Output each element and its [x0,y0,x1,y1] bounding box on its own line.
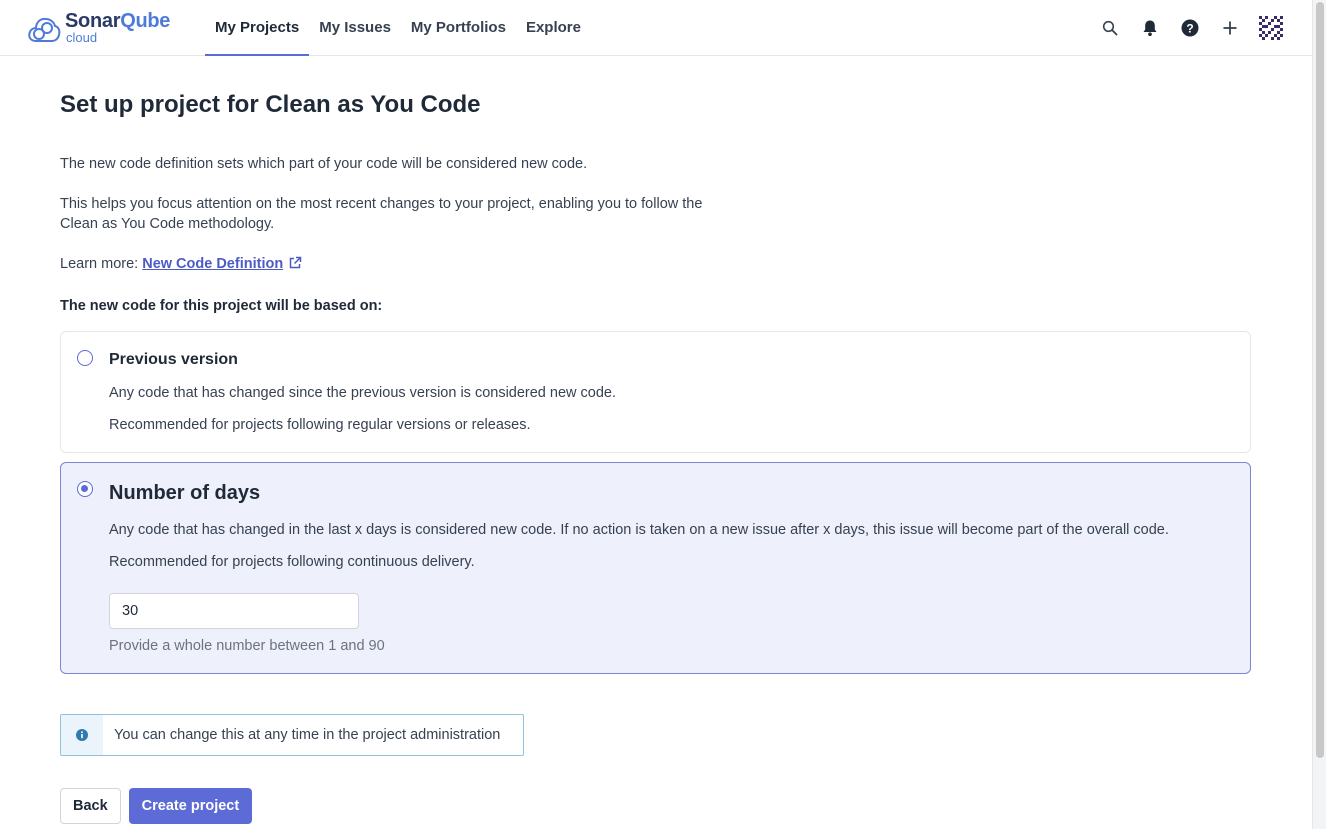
top-bar-actions: ? [1090,14,1284,42]
logo-wordmark: SonarQube [65,10,171,32]
learn-more: Learn more: New Code Definition [60,254,1251,274]
radio-number-of-days[interactable] [77,481,93,497]
info-message: You can change this at any time in the p… [60,714,524,756]
option-recommendation: Recommended for projects following conti… [109,554,475,570]
search-icon[interactable] [1090,14,1130,42]
info-text: You can change this at any time in the p… [114,727,501,743]
info-icon [61,715,103,755]
bell-icon[interactable] [1130,14,1170,42]
avatar[interactable] [1258,15,1284,41]
main-content: Set up project for Clean as You Code The… [60,90,1251,824]
create-project-button[interactable]: Create project [128,788,253,824]
scrollbar[interactable] [1312,0,1326,829]
nav-my-projects[interactable]: My Projects [205,0,310,56]
option-number-of-days[interactable]: Number of days Any code that has changed… [60,462,1251,674]
intro-text-2: This helps you focus attention on the mo… [60,196,703,232]
based-on-heading: The new code for this project will be ba… [60,298,383,314]
option-recommendation: Recommended for projects following regul… [109,417,531,433]
days-input[interactable] [109,593,359,629]
help-icon[interactable]: ? [1170,14,1210,42]
cloud-logo-icon [28,17,61,42]
page-title: Set up project for Clean as You Code [60,91,481,118]
option-description: Any code that has changed since the prev… [109,385,617,401]
top-bar: SonarQube cloud My Projects My Issues My… [0,0,1312,56]
plus-icon[interactable] [1210,14,1250,42]
back-button[interactable]: Back [60,788,121,824]
radio-previous-version[interactable] [77,350,93,366]
svg-text:?: ? [1186,21,1193,35]
new-code-definition-link[interactable]: New Code Definition [142,256,302,272]
learn-more-label: Learn more: [60,256,139,272]
main-nav: My Projects My Issues My Portfolios Expl… [205,0,591,56]
option-title: Number of days [109,482,261,504]
option-title: Previous version [109,351,238,368]
form-actions: Back Create project [60,788,1251,824]
option-previous-version[interactable]: Previous version Any code that has chang… [60,331,1251,453]
nav-my-issues[interactable]: My Issues [309,0,401,56]
intro-text-1: The new code definition sets which part … [60,156,588,172]
option-description: Any code that has changed in the last x … [109,522,1169,538]
external-link-icon [289,256,302,269]
scrollbar-thumb[interactable] [1316,2,1324,758]
nav-explore[interactable]: Explore [516,0,591,56]
days-hint: Provide a whole number between 1 and 90 [109,638,385,654]
logo-subtitle: cloud [66,30,98,45]
sonarqube-cloud-logo[interactable]: SonarQube cloud [27,11,170,45]
nav-my-portfolios[interactable]: My Portfolios [401,0,516,56]
